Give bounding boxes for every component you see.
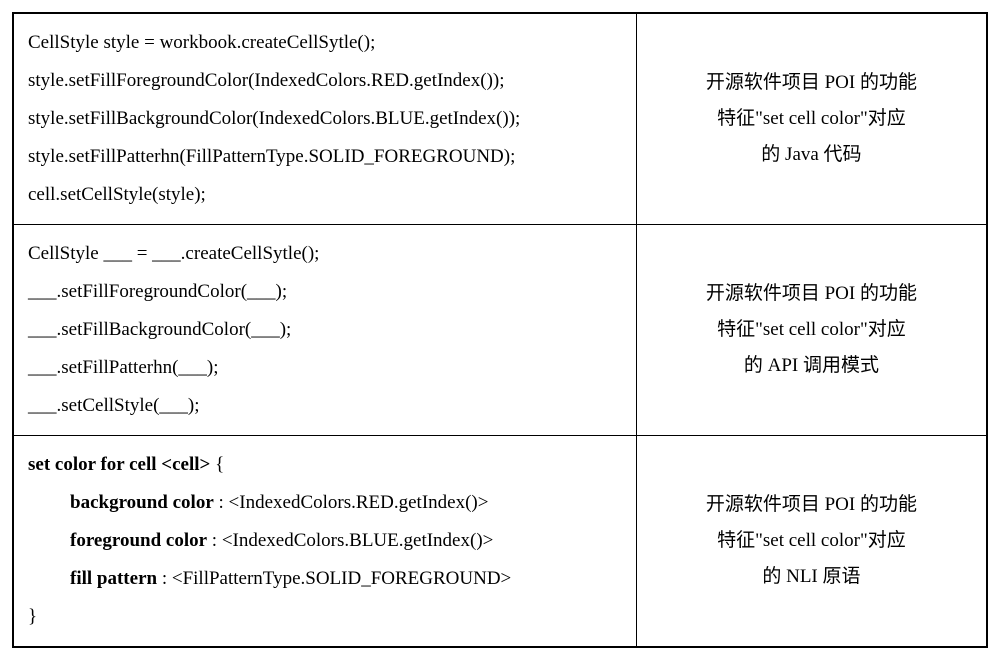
- code-line: cell.setCellStyle(style);: [28, 176, 622, 214]
- description-cell-api: 开源软件项目 POI 的功能 特征"set cell color"对应 的 AP…: [636, 225, 987, 436]
- code-line: CellStyle ___ = ___.createCellSytle();: [28, 235, 622, 273]
- desc-line: 的 Java 代码: [651, 137, 972, 173]
- code-line: ___.setFillBackgroundColor(___);: [28, 311, 622, 349]
- code-line: background color : <IndexedColors.RED.ge…: [28, 484, 622, 522]
- code-line: style.setFillPatterhn(FillPatternType.SO…: [28, 138, 622, 176]
- code-line: foreground color : <IndexedColors.BLUE.g…: [28, 522, 622, 560]
- code-line: fill pattern : <FillPatternType.SOLID_FO…: [28, 560, 622, 598]
- desc-line: 特征"set cell color"对应: [651, 101, 972, 137]
- code-line: style.setFillBackgroundColor(IndexedColo…: [28, 100, 622, 138]
- desc-line: 特征"set cell color"对应: [651, 523, 972, 559]
- description-cell-java: 开源软件项目 POI 的功能 特征"set cell color"对应 的 Ja…: [636, 13, 987, 225]
- code-line: ___.setFillPatterhn(___);: [28, 349, 622, 387]
- code-cell-api: CellStyle ___ = ___.createCellSytle(); _…: [13, 225, 636, 436]
- code-cell-java: CellStyle style = workbook.createCellSyt…: [13, 13, 636, 225]
- code-line: style.setFillForegroundColor(IndexedColo…: [28, 62, 622, 100]
- desc-line: 开源软件项目 POI 的功能: [651, 487, 972, 523]
- desc-line: 开源软件项目 POI 的功能: [651, 65, 972, 101]
- code-line: ___.setCellStyle(___);: [28, 387, 622, 425]
- code-line: ___.setFillForegroundColor(___);: [28, 273, 622, 311]
- desc-line: 的 NLI 原语: [651, 559, 972, 595]
- code-line: CellStyle style = workbook.createCellSyt…: [28, 24, 622, 62]
- comparison-table: CellStyle style = workbook.createCellSyt…: [12, 12, 988, 648]
- desc-line: 的 API 调用模式: [651, 348, 972, 384]
- table-row: CellStyle style = workbook.createCellSyt…: [13, 13, 987, 225]
- description-cell-nli: 开源软件项目 POI 的功能 特征"set cell color"对应 的 NL…: [636, 436, 987, 648]
- code-line: }: [28, 598, 622, 636]
- desc-line: 特征"set cell color"对应: [651, 312, 972, 348]
- code-line: set color for cell <cell> {: [28, 446, 622, 484]
- desc-line: 开源软件项目 POI 的功能: [651, 276, 972, 312]
- code-cell-nli: set color for cell <cell> { background c…: [13, 436, 636, 648]
- table-row: set color for cell <cell> { background c…: [13, 436, 987, 648]
- table-row: CellStyle ___ = ___.createCellSytle(); _…: [13, 225, 987, 436]
